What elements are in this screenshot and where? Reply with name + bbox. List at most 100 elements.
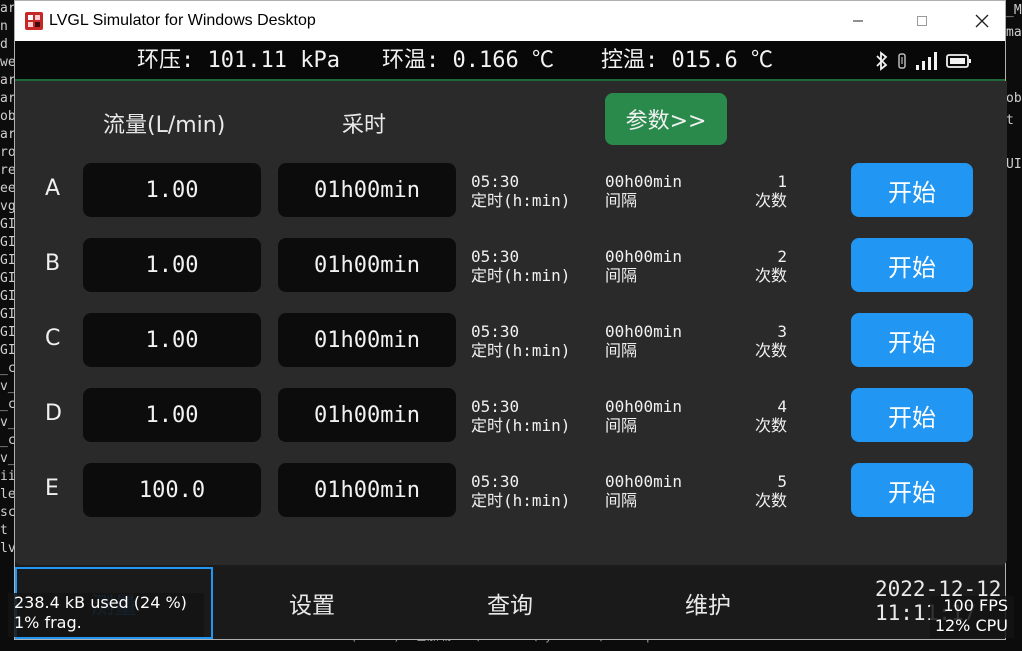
maximize-button[interactable] [893,1,951,41]
minimize-button[interactable] [829,1,887,41]
simulator-window: LVGL Simulator for Windows Desktop 环压: 1… [14,0,1007,640]
console-fragment: GI [0,343,14,358]
row-label: A [45,176,61,201]
pressure-readout: 环压: 101.11 kPa [137,48,340,73]
ctrl-temp-readout: 控温: 015.6 ℃ [601,48,773,73]
count-label: 次数 [754,266,787,285]
timer-value: 05:30 [471,172,520,191]
console-fragment: lv [0,541,14,556]
app-icon [25,12,43,30]
memory-monitor: 238.4 kB used (24 %) 1% frag. [8,593,204,637]
console-fragment: re [0,163,14,178]
console-fragment: ob [0,109,14,124]
timer-value: 05:30 [471,322,520,341]
timer-label: 定时(h:min) [471,191,571,210]
battery-icon [946,54,971,68]
minimize-icon [853,20,863,22]
console-fragment: GI [0,271,14,286]
start-button[interactable]: 开始 [851,238,973,292]
timer-label: 定时(h:min) [471,341,571,360]
console-fragment: GI [0,235,14,250]
console-fragment: vg [0,199,14,214]
usb-icon [898,53,906,69]
count-value: 5 [777,472,787,491]
fps-text: 100 FPS [943,596,1008,615]
count-value: 4 [777,397,787,416]
count-label: 次数 [754,416,787,435]
nav-settings[interactable]: 设置 [213,567,411,639]
memory-used-text: 238.4 kB used (24 %) [14,593,187,612]
console-fragment: v_ [0,451,14,466]
timer-value: 05:30 [471,472,520,491]
memory-frag-text: 1% frag. [14,613,82,632]
flow-input[interactable]: 1.00 [83,388,261,442]
console-fragment [1006,132,1022,154]
interval-value: 00h00min [605,322,683,341]
status-icons [875,49,972,73]
channel-panel: 流量(L/min) 采时 参数>> A 1.00 01h00min 05:30 定时(h… [15,81,1007,565]
flow-input[interactable]: 100.0 [83,463,261,517]
nav-maintain[interactable]: 维护 [609,567,807,639]
title-bar[interactable]: LVGL Simulator for Windows Desktop [15,1,1005,41]
console-fragment [1006,66,1022,88]
console-fragment [1006,44,1022,66]
console-fragment: ii [0,469,14,484]
console-fragment: ar [0,73,14,88]
interval-label: 间隔 [605,341,638,360]
sample-time-input[interactable]: 01h00min [278,388,456,442]
console-fragment: _c [0,433,14,448]
start-button[interactable]: 开始 [851,463,973,517]
console-fragment: t [1006,113,1014,128]
row-label: E [45,476,59,501]
count-value: 2 [777,247,787,266]
interval-value: 00h00min [605,472,683,491]
flow-input[interactable]: 1.00 [83,313,261,367]
console-fragment: _c [0,397,14,412]
sample-time-input[interactable]: 01h00min [278,163,456,217]
sample-time-input[interactable]: 01h00min [278,238,456,292]
console-fragment: GI [0,325,14,340]
signal-icon [916,52,937,70]
status-bar: 环压: 101.11 kPa 环温: 0.166 ℃ 控温: 015.6 ℃ [15,41,1005,81]
start-button[interactable]: 开始 [851,388,973,442]
count-label: 次数 [754,341,787,360]
console-fragment: GI [0,217,14,232]
timer-value: 05:30 [471,247,520,266]
cpu-text: 12% CPU [934,616,1008,635]
sample-time-input[interactable]: 01h00min [278,313,456,367]
console-fragment: ar [0,91,14,106]
start-button[interactable]: 开始 [851,313,973,367]
flow-input[interactable]: 1.00 [83,238,261,292]
interval-value: 00h00min [605,397,683,416]
close-icon [975,14,989,28]
flow-input[interactable]: 1.00 [83,163,261,217]
interval-label: 间隔 [605,191,638,210]
sample-time-input[interactable]: 01h00min [278,463,456,517]
bluetooth-icon [876,51,888,71]
console-left-text: ar n d we ar ar ob ar ro re ee vg GI GI GI GI GI GI GI GI _c… [0,0,14,558]
count-value: 3 [777,322,787,341]
console-fragment: d [0,37,8,52]
console-fragment: le [0,487,14,502]
env-temp-readout: 环温: 0.166 ℃ [382,48,554,73]
console-fragment: v_ [0,379,14,394]
maximize-icon [917,16,927,26]
row-label: C [45,326,61,351]
nav-query[interactable]: 查询 [411,567,609,639]
console-fragment: GI [0,253,14,268]
sample-time-header: 采时 [342,113,387,138]
timer-value: 05:30 [471,397,520,416]
interval-label: 间隔 [605,491,638,510]
close-button[interactable] [953,1,1011,41]
timer-label: 定时(h:min) [471,416,571,435]
start-button[interactable]: 开始 [851,163,973,217]
params-button[interactable]: 参数>> [605,93,727,145]
timer-label: 定时(h:min) [471,266,571,285]
console-fragment: t [0,523,8,538]
window-title: LVGL Simulator for Windows Desktop [49,12,316,29]
console-fragment: _c [0,361,14,376]
console-fragment: we [0,55,14,70]
performance-monitor: 100 FPS 12% CPU [930,596,1014,638]
console-fragment: sc [0,505,14,520]
interval-value: 00h00min [605,172,683,191]
